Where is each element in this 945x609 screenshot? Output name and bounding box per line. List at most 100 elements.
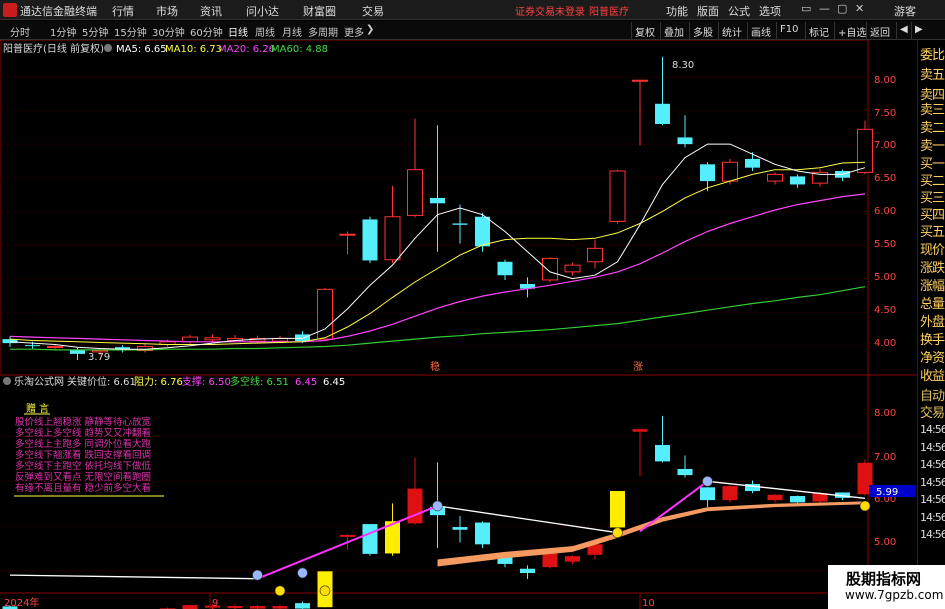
note-line: 多空线上多空线 趋势又又冲翻看 [15, 427, 151, 439]
quote-side-panel: 委比 卖五 卖四 卖三 卖二 卖一 买一 买二 买三 买四 买五 现价 涨跌 涨… [917, 40, 945, 609]
site-watermark: 股期指标网 www.7gpzb.com [828, 565, 945, 609]
price-tick: 4.50 [874, 305, 896, 316]
drawline-button[interactable]: 画线 [747, 22, 774, 39]
menu-banmian[interactable]: 版面 [697, 3, 719, 19]
side-item[interactable]: 委比 [920, 44, 945, 63]
candle-body-down [790, 176, 805, 185]
price-tick: 6.50 [874, 173, 896, 184]
mark-button[interactable]: 标记 [805, 22, 832, 39]
candle-body-up [542, 257, 558, 281]
indicator-settings-icon[interactable] [3, 377, 11, 385]
menu-zixun[interactable]: 资讯 [200, 3, 222, 19]
sub-bar [700, 487, 715, 501]
minimize-icon[interactable]: — [819, 2, 830, 15]
high-marker: 8.30 [672, 60, 694, 71]
menu-gongshi[interactable]: 公式 [728, 3, 750, 19]
candle-body-down [452, 223, 468, 225]
side-item[interactable]: 净资 [920, 347, 945, 366]
f10-button[interactable]: F10 [776, 22, 801, 39]
side-item[interactable]: 买五 [920, 221, 945, 240]
blue-face-icon [432, 500, 443, 512]
yellow-smile-icon [859, 500, 871, 512]
price-tick: 8.00 [874, 75, 896, 86]
left-arrow-icon[interactable]: ◀ [896, 22, 911, 39]
tab-multiperiod[interactable]: 多周期 [308, 24, 338, 39]
tab-60min[interactable]: 60分钟 [190, 24, 223, 39]
side-item[interactable]: 收益 [920, 365, 945, 384]
side-item[interactable]: 外盘 [920, 311, 945, 330]
date-label: 10 [642, 598, 655, 609]
pin-icon[interactable]: ▭ [801, 2, 811, 15]
tick-time: 14:56 [920, 493, 945, 506]
stats-button[interactable]: 统计 [718, 22, 745, 39]
login-status[interactable]: 证券交易未登录 [515, 3, 585, 18]
side-item[interactable]: 卖一 [920, 135, 945, 154]
white-trend-line [9, 574, 258, 580]
tab-daily[interactable]: 日线 [228, 24, 248, 39]
tab-weekly[interactable]: 周线 [255, 24, 275, 39]
more-arrow-icon[interactable]: ❯ [366, 24, 374, 35]
blue-face-icon [252, 569, 263, 581]
tab-15min[interactable]: 15分钟 [114, 24, 147, 39]
candle-body-up [857, 128, 873, 173]
back-button[interactable]: 返回 [866, 22, 893, 39]
fuquan-button[interactable]: 复权 [631, 22, 658, 39]
kline-chart[interactable]: 阳普医疗(日线 前复权) MA5: 6.65 MA10: 6.73 MA20: … [0, 40, 945, 609]
side-item[interactable]: 现价 [920, 239, 945, 258]
overlay-button[interactable]: 叠加 [660, 22, 687, 39]
side-item[interactable]: 卖三 [920, 99, 945, 118]
close-icon[interactable]: ✕ [855, 2, 864, 15]
period-toolbar: 分时 1分钟 5分钟 15分钟 30分钟 60分钟 日线 周线 月线 多周期 更… [0, 21, 945, 40]
price-tick: 6.00 [874, 206, 896, 217]
pink-trend-line [639, 480, 709, 533]
note-box: 赠 言 股价线上翘稳涨 静静等待心放宽 多空线上多空线 趋势又又冲翻看 多空线上… [14, 402, 164, 497]
side-item[interactable]: 卖五 [920, 64, 945, 83]
side-item[interactable]: 总量 [920, 293, 945, 312]
tick-time: 14:56 [920, 423, 945, 436]
side-item[interactable]: 换手 [920, 329, 945, 348]
candle-body-up [632, 79, 648, 82]
settings-dot-icon[interactable] [104, 44, 112, 52]
sub-bar [182, 605, 198, 609]
menu-caifuquan[interactable]: 财富圈 [303, 3, 336, 19]
sub-bar [295, 603, 310, 609]
tab-monthly[interactable]: 月线 [282, 24, 302, 39]
tick-time: 14:56 [920, 476, 945, 489]
menu-jiaoyi[interactable]: 交易 [362, 3, 384, 19]
side-item[interactable]: 涨跌 [920, 257, 945, 276]
restore-icon[interactable]: ▢ [837, 2, 847, 15]
candle-body-up [564, 264, 581, 273]
ma60-label: MA60: 4.88 [271, 44, 328, 55]
menu-shichang[interactable]: 市场 [156, 3, 178, 19]
tab-fenshi[interactable]: 分时 [10, 24, 30, 39]
menu-gongneng[interactable]: 功能 [666, 3, 688, 19]
trade-item[interactable]: 交易 [920, 402, 945, 421]
date-label: 9 [212, 598, 218, 609]
menu-wenxiaoda[interactable]: 问小达 [246, 3, 279, 19]
indicator-name[interactable]: 乐淘公式网 [14, 375, 64, 388]
price-tick: 5.50 [874, 239, 896, 250]
tab-30min[interactable]: 30分钟 [152, 24, 185, 39]
sub-bar [340, 534, 355, 537]
side-item[interactable]: 卖二 [920, 117, 945, 136]
ma5-label: MA5: 6.65 [116, 44, 167, 55]
menu-hangqing[interactable]: 行情 [112, 3, 134, 19]
candle-body-up [722, 161, 738, 182]
multistock-button[interactable]: 多股 [689, 22, 716, 39]
side-item[interactable]: 涨幅 [920, 275, 945, 294]
tab-more[interactable]: 更多 [344, 24, 364, 39]
guest-user[interactable]: 游客 [894, 3, 916, 19]
app-title: 通达信金融终端 [20, 5, 97, 18]
candle-body-down [677, 137, 693, 145]
add-watchlist-button[interactable]: +自选 [834, 22, 869, 39]
candle-body-down [700, 164, 715, 182]
tab-1min[interactable]: 1分钟 [50, 24, 76, 39]
extra-label-2: 6.45 [323, 377, 345, 388]
sub-bar [227, 606, 243, 609]
note-line: 多空线下主跑空 依托均线下做低 [15, 460, 152, 472]
candle-body-up [384, 216, 401, 261]
app-logo-icon [3, 3, 17, 17]
right-arrow-icon[interactable]: ▶ [911, 22, 926, 39]
tab-5min[interactable]: 5分钟 [82, 24, 108, 39]
menu-xuanxiang[interactable]: 选项 [759, 3, 781, 19]
